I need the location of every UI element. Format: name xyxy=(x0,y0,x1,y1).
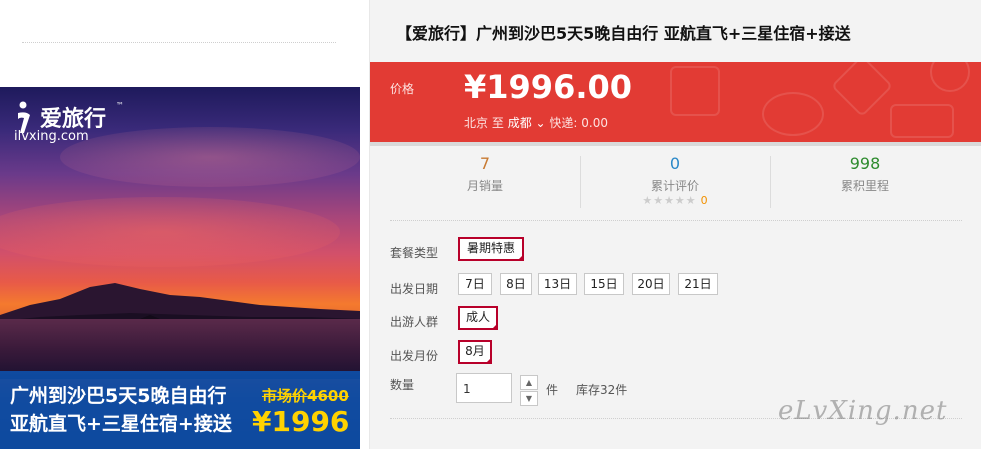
stat-monthly-sales: 7 月销量 xyxy=(386,152,584,194)
traveler-option[interactable]: 成人 xyxy=(458,306,498,330)
reviews-label: 累计评价 xyxy=(650,179,699,193)
chevron-down-icon: ⌄ xyxy=(535,116,546,130)
traveler-type-label: 出游人群 xyxy=(390,315,439,329)
quantity-label: 数量 xyxy=(390,378,415,392)
market-price-label: 市场价 xyxy=(262,387,308,405)
month-option[interactable]: 8月 xyxy=(458,340,492,364)
decor-shape xyxy=(930,62,970,92)
points-value: 998 xyxy=(849,154,881,173)
quantity-decrease-button[interactable]: ▼ xyxy=(520,391,538,406)
stat-points: 998 累积里程 xyxy=(766,152,964,194)
product-detail-pane: 【爱旅行】广州到沙巴5天5晚自由行 亚航直飞+三星住宿+接送 价格 ¥1996.… xyxy=(369,0,981,449)
monthly-sales-value: 7 xyxy=(479,154,491,173)
divider xyxy=(390,220,962,221)
product-image[interactable]: 爱旅行 ™ ilvxing.com 广州到沙巴5天5晚自由行 亚航直飞+三星住宿… xyxy=(0,87,360,449)
route-origin: 北京 xyxy=(464,116,489,130)
stats-bar: 7 月销量 0 累计评价 ★★★★★ 0 998 累积里程 xyxy=(370,152,981,214)
product-title: 【爱旅行】广州到沙巴5天5晚自由行 亚航直飞+三星住宿+接送 xyxy=(396,24,851,43)
banner-price: ¥1996 xyxy=(252,405,350,438)
sky-cloud xyxy=(60,127,360,187)
price-label: 价格 xyxy=(390,82,415,96)
decor-shape xyxy=(762,92,824,136)
star-icons: ★★★★★ xyxy=(642,194,697,207)
market-price: 市场价4600 xyxy=(262,385,349,406)
date-option[interactable]: 15日 xyxy=(584,273,624,295)
stock-text: 库存32件 xyxy=(576,383,628,397)
left-pane: 爱旅行 ™ ilvxing.com 广州到沙巴5天5晚自由行 亚航直飞+三星住宿… xyxy=(0,0,368,449)
reviews-value: 0 xyxy=(669,154,681,173)
quantity-unit: 件 xyxy=(546,383,559,397)
decor-shape xyxy=(670,66,720,116)
shipping-value: 0.00 xyxy=(581,116,609,130)
departure-date-label: 出发日期 xyxy=(390,282,439,296)
date-option[interactable]: 21日 xyxy=(678,273,718,295)
rating-count: 0 xyxy=(700,194,708,207)
route-destination: 成都 xyxy=(507,116,532,130)
sky-cloud xyxy=(0,197,340,267)
date-option[interactable]: 20日 xyxy=(632,273,670,295)
logo-domain: ilvxing.com xyxy=(14,129,89,144)
date-option[interactable]: 7日 xyxy=(458,273,492,295)
points-label: 累积里程 xyxy=(840,179,889,193)
package-option[interactable]: 暑期特惠 xyxy=(458,237,524,261)
price-value: ¥1996.00 xyxy=(464,68,633,106)
divider xyxy=(22,42,336,43)
logo-trademark: ™ xyxy=(116,101,124,110)
watermark: eLvXing.net xyxy=(778,396,948,426)
package-type-label: 套餐类型 xyxy=(390,246,439,260)
decor-shape xyxy=(830,62,894,118)
promo-banner: 广州到沙巴5天5晚自由行 亚航直飞+三星住宿+接送 市场价4600 ¥1996 xyxy=(0,371,360,449)
quantity-input[interactable]: 1 xyxy=(456,373,512,403)
rating-stars: ★★★★★ 0 xyxy=(576,194,774,207)
sea xyxy=(0,319,360,379)
decor-shape xyxy=(890,104,954,138)
market-price-value: 4600 xyxy=(307,387,349,405)
quantity-increase-button[interactable]: ▲ xyxy=(520,375,538,390)
banner-line-1: 广州到沙巴5天5晚自由行 xyxy=(10,385,227,407)
route-destination-dropdown[interactable]: 成都 ⌄ xyxy=(508,116,546,130)
departure-month-label: 出发月份 xyxy=(390,349,439,363)
route-to: 至 xyxy=(491,116,504,130)
shipping-route: 北京 至 成都 ⌄ 快递: 0.00 xyxy=(464,114,608,131)
stat-reviews[interactable]: 0 累计评价 ★★★★★ 0 xyxy=(576,152,774,207)
monthly-sales-label: 月销量 xyxy=(466,179,503,193)
banner-line-2: 亚航直飞+三星住宿+接送 xyxy=(10,413,232,435)
date-option[interactable]: 8日 xyxy=(500,273,532,295)
divider xyxy=(370,142,981,146)
price-bar: 价格 ¥1996.00 北京 至 成都 ⌄ 快递: 0.00 xyxy=(370,62,981,142)
shipping-label: 快递: xyxy=(549,116,578,130)
date-option[interactable]: 13日 xyxy=(538,273,577,295)
